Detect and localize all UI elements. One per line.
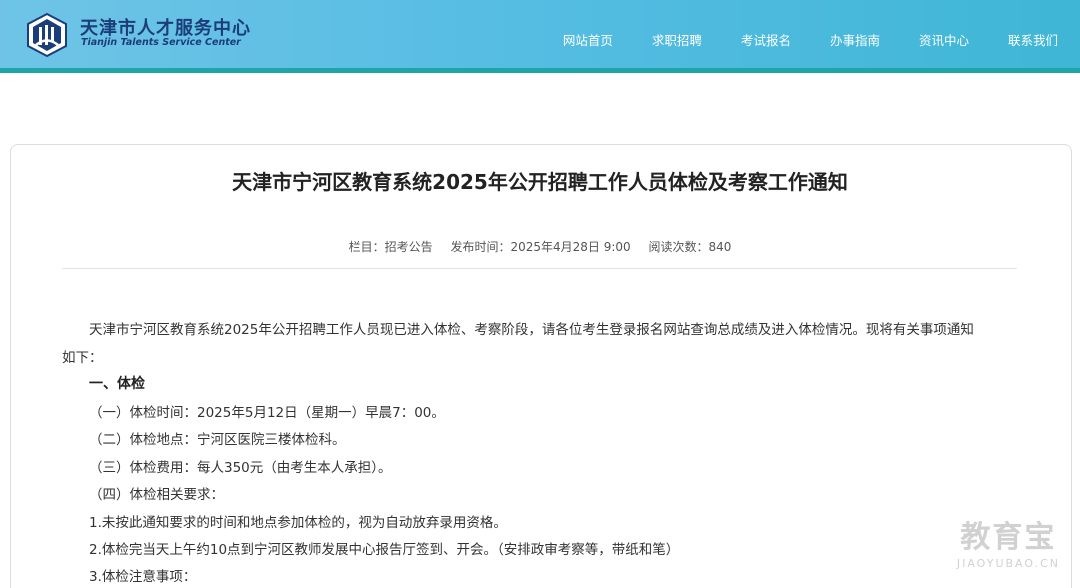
watermark: 教育宝 JIAOYUBAO.CN (957, 512, 1060, 570)
nav-news[interactable]: 资讯中心 (919, 30, 969, 49)
nav-guide[interactable]: 办事指南 (830, 30, 880, 49)
nav-exam-registration[interactable]: 考试报名 (741, 30, 791, 49)
article-title: 天津市宁河区教育系统2025年公开招聘工作人员体检及考察工作通知 (232, 170, 848, 194)
list-item: （三）体检费用：每人350元（由考生本人承担）。 (89, 460, 392, 476)
intro-paragraph-line-2: 如下： (62, 350, 103, 366)
nav-jobs[interactable]: 求职招聘 (652, 30, 702, 49)
site-name-en: Tianjin Talents Service Center (81, 37, 241, 48)
list-item: （一）体检时间：2025年5月12日（星期一）早晨7：00。 (89, 405, 445, 421)
meta-published: 发布时间：2025年4月28日 9:00 (450, 240, 631, 254)
list-item: （四）体检相关要求： (89, 487, 224, 503)
requirement-item: 2.体检完当天上午约10点到宁河区教师发展中心报告厅签到、开会。（安排政审考察等… (89, 542, 680, 558)
requirement-item: 1.未按此通知要求的时间和地点参加体检的，视为自动放弃录用资格。 (89, 515, 507, 531)
article-meta: 栏目：招考公告 发布时间：2025年4月28日 9:00 阅读次数：840 (0, 238, 1080, 255)
meta-column: 栏目：招考公告 (348, 240, 433, 254)
tianjin-talents-logo-icon[interactable] (24, 12, 70, 58)
intro-paragraph-line-1: 天津市宁河区教育系统2025年公开招聘工作人员现已进入体检、考察阶段，请各位考生… (89, 322, 974, 338)
watermark-url: JIAOYUBAO.CN (956, 557, 1060, 570)
section-heading-physical-exam: 一、体检 (89, 376, 145, 392)
nav-home[interactable]: 网站首页 (563, 30, 613, 49)
requirement-item: 3.体检注意事项： (89, 569, 197, 585)
header-accent-bar (0, 68, 1080, 73)
site-header: 天津市人才服务中心 Tianjin Talents Service Center… (0, 0, 1080, 68)
meta-divider (62, 268, 1017, 269)
main-nav: 网站首页 求职招聘 考试报名 办事指南 资讯中心 联系我们 (524, 30, 1058, 49)
meta-views: 阅读次数：840 (648, 240, 732, 254)
list-item: （二）体检地点：宁河区医院三楼体检科。 (89, 432, 346, 448)
watermark-text: 教育宝 (960, 520, 1057, 555)
nav-contact[interactable]: 联系我们 (1008, 30, 1058, 49)
